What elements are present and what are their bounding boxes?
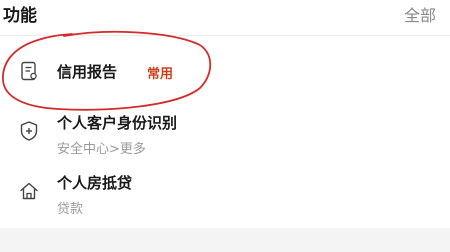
list-item-credit-report[interactable]: 信用报告 常用 [0,46,450,100]
report-document-icon [18,60,40,82]
section-title: 功能 [3,6,37,26]
item-subtitle: 贷款 [57,202,84,217]
section-footer-spacer [0,228,450,252]
frequent-badge: 常用 [147,67,174,82]
view-all-link[interactable]: 全部 [404,2,436,26]
house-icon [18,180,40,202]
divider [0,35,450,36]
item-title: 信用报告 [57,63,118,81]
shield-plus-icon [18,120,40,142]
list-item-home-mortgage-loan[interactable]: 个人房抵贷 贷款 [0,166,450,224]
item-title: 个人客户身份识别 [57,114,178,132]
item-subtitle: 安全中心>更多 [57,142,146,157]
list-item-customer-identity[interactable]: 个人客户身份识别 安全中心>更多 [0,106,450,162]
section-header: 功能 全部 [0,0,450,34]
item-title: 个人房抵贷 [57,174,133,192]
